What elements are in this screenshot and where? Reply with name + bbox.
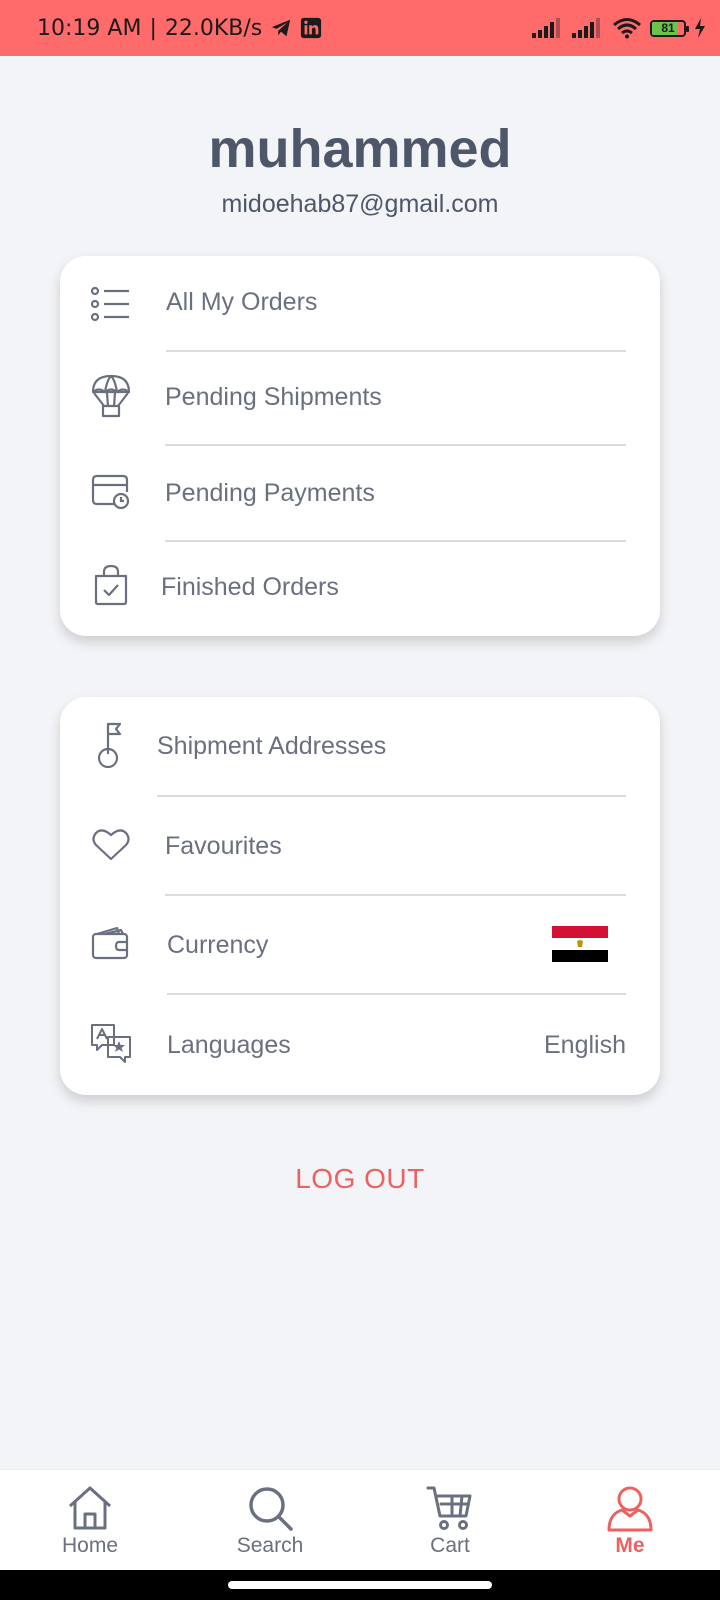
menu-item-favourites[interactable]: Favourites: [60, 796, 660, 896]
list-icon: [90, 283, 132, 325]
menu-item-label: Pending Shipments: [165, 383, 382, 411]
wallet-icon: [90, 922, 132, 964]
charging-icon: [694, 18, 706, 38]
menu-item-currency[interactable]: Currency: [60, 895, 660, 995]
home-icon: [66, 1484, 114, 1532]
nav-item-home[interactable]: Home: [30, 1470, 150, 1571]
search-icon: [246, 1484, 294, 1532]
home-indicator[interactable]: [228, 1581, 492, 1589]
logout-button[interactable]: LOG OUT: [0, 1163, 720, 1195]
battery-cap: [686, 25, 689, 32]
wifi-icon: [612, 17, 642, 39]
menu-item-shipment-addresses[interactable]: Shipment Addresses: [60, 697, 660, 797]
cart-icon: [426, 1484, 474, 1532]
network-speed: 22.0KB/s: [164, 15, 263, 41]
nav-item-me[interactable]: Me: [570, 1470, 690, 1571]
card-clock-icon: [90, 471, 132, 513]
parachute-icon: [90, 374, 132, 418]
menu-item-label: All My Orders: [166, 288, 318, 316]
heart-icon: [90, 824, 132, 866]
system-nav-bar: [0, 1570, 720, 1600]
battery-level: 81: [661, 20, 675, 35]
menu-item-label: Currency: [167, 931, 269, 959]
nav-item-search[interactable]: Search: [210, 1470, 330, 1571]
settings-card: Shipment Addresses Favourites Currency L…: [60, 697, 660, 1095]
menu-item-languages[interactable]: Languages English: [60, 995, 660, 1095]
translate-icon: [90, 1022, 132, 1064]
status-separator: |: [149, 15, 157, 41]
nav-label: Home: [61, 1534, 119, 1557]
profile-name: muhammed: [208, 119, 512, 179]
user-icon: [606, 1484, 654, 1532]
menu-item-label: Favourites: [165, 832, 282, 860]
nav-label: Search: [236, 1534, 304, 1557]
status-time: 10:19 AM: [37, 15, 142, 41]
status-right: 81: [532, 0, 706, 56]
menu-item-all-orders[interactable]: All My Orders: [60, 256, 660, 352]
signal-icon-2: [572, 18, 604, 38]
nav-item-cart[interactable]: Cart: [390, 1470, 510, 1571]
menu-item-pending-payments[interactable]: Pending Payments: [60, 446, 660, 542]
status-left: 10:19 AM | 22.0KB/s: [37, 0, 322, 56]
flag-pin-icon: [90, 722, 132, 768]
orders-card: All My Orders Pending Shipments Pending …: [60, 256, 660, 636]
language-value: English: [544, 1031, 626, 1059]
menu-item-pending-shipments[interactable]: Pending Shipments: [60, 351, 660, 446]
status-bar: 10:19 AM | 22.0KB/s 81: [0, 0, 720, 56]
menu-item-label: Finished Orders: [161, 573, 339, 601]
linkedin-icon: [300, 17, 322, 39]
telegram-icon: [270, 17, 292, 39]
menu-item-finished-orders[interactable]: Finished Orders: [60, 541, 660, 636]
bottom-nav: Home Search Cart Me: [0, 1469, 720, 1571]
nav-label: Me: [615, 1534, 645, 1557]
menu-item-label: Shipment Addresses: [157, 732, 387, 760]
egypt-flag-icon: [552, 926, 608, 962]
bag-check-icon: [90, 564, 132, 606]
profile-email: midoehab87@gmail.com: [221, 190, 499, 218]
signal-icon: [532, 18, 564, 38]
nav-label: Cart: [430, 1534, 470, 1557]
menu-item-label: Pending Payments: [165, 479, 375, 507]
menu-item-label: Languages: [167, 1031, 291, 1059]
battery-icon: 81: [650, 19, 689, 37]
